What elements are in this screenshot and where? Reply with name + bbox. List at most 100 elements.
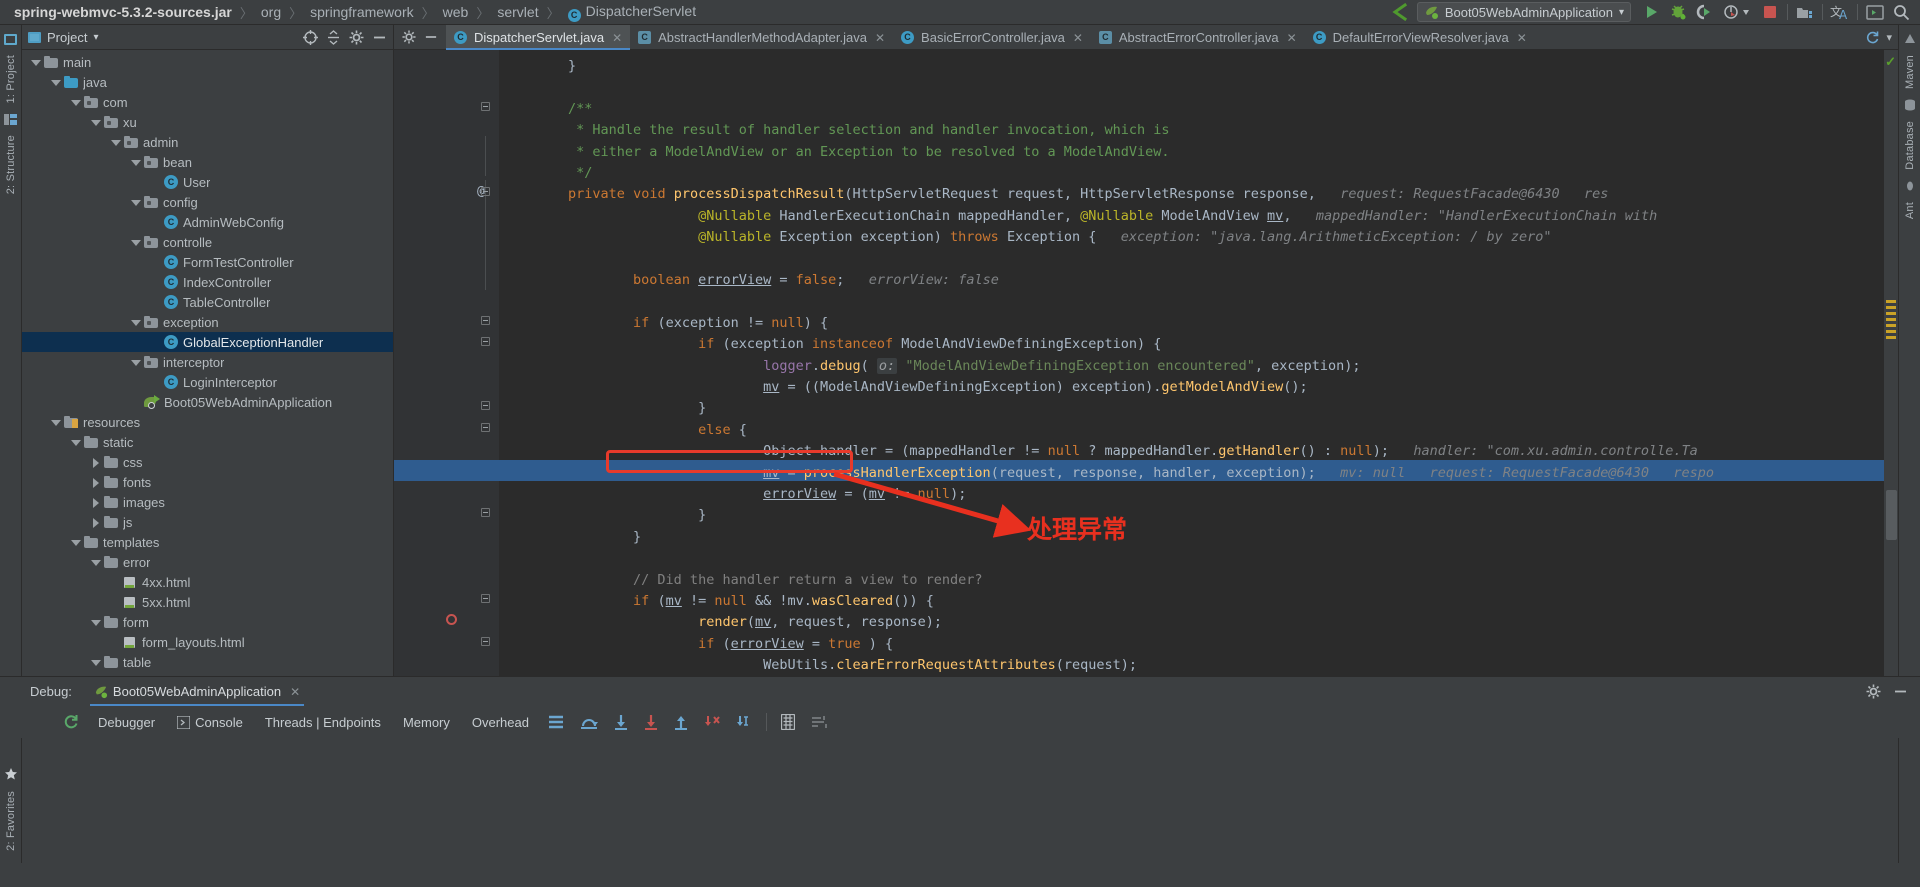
tree-node[interactable]: 4xx.html (22, 572, 393, 592)
chevron-down-icon[interactable] (90, 657, 101, 668)
terminal-button[interactable] (1862, 1, 1888, 23)
chevron-down-icon[interactable] (90, 557, 101, 568)
select-opened-file-icon[interactable] (303, 29, 318, 45)
close-icon[interactable]: ✕ (612, 31, 622, 45)
project-tool-icon[interactable] (0, 29, 24, 49)
code-fold-marker[interactable] (481, 422, 490, 432)
settings-gear-icon[interactable] (402, 30, 416, 44)
run-to-cursor-icon[interactable] (728, 714, 760, 730)
step-over-icon[interactable] (572, 714, 606, 730)
chevron-down-icon[interactable] (90, 617, 101, 628)
chevron-down-icon[interactable] (130, 157, 141, 168)
chevron-down-icon[interactable] (90, 117, 101, 128)
tree-node[interactable]: error (22, 552, 393, 572)
tree-node[interactable]: 5xx.html (22, 592, 393, 612)
chevron-down-icon[interactable] (70, 437, 81, 448)
chevron-down-icon[interactable] (130, 197, 141, 208)
database-icon[interactable] (1897, 95, 1920, 115)
hide-panel-icon[interactable] (372, 30, 387, 45)
close-icon[interactable]: ✕ (1073, 31, 1083, 45)
tree-node[interactable]: C LoginInterceptor (22, 372, 393, 392)
back-arrow-icon[interactable] (1383, 1, 1417, 23)
sidebar-item-project[interactable]: 1: Project (5, 49, 17, 109)
collapse-all-icon[interactable] (326, 29, 341, 45)
chevron-down-icon[interactable] (70, 97, 81, 108)
drop-frame-icon[interactable] (696, 714, 728, 730)
run-with-coverage-button[interactable] (1691, 1, 1717, 23)
chevron-down-icon[interactable]: ▾ (93, 32, 98, 43)
chevron-right-icon[interactable] (90, 517, 101, 528)
tree-node[interactable]: images (22, 492, 393, 512)
editor-tab-dispatcherservlet[interactable]: C DispatcherServlet.java ✕ (446, 25, 631, 50)
tree-node[interactable]: templates (22, 532, 393, 552)
breadcrumb-item-springframework[interactable]: springframework (302, 4, 421, 20)
chevron-down-icon[interactable] (30, 57, 41, 68)
close-icon[interactable]: ✕ (290, 685, 300, 699)
tree-node[interactable]: css (22, 452, 393, 472)
chevron-right-icon[interactable] (90, 497, 101, 508)
mute-breakpoints-icon[interactable] (540, 715, 572, 729)
chevron-down-icon[interactable] (130, 317, 141, 328)
debug-tab-memory[interactable]: Memory (392, 715, 461, 730)
code-fold-marker[interactable] (481, 187, 490, 197)
code-fold-marker[interactable] (481, 508, 490, 518)
sidebar-item-structure[interactable]: 2: Structure (5, 129, 17, 200)
code-fold-marker[interactable] (481, 594, 490, 603)
chevron-down-icon[interactable] (50, 77, 61, 88)
debug-tab-overhead[interactable]: Overhead (461, 715, 540, 730)
sidebar-item-favorites[interactable]: 2: Favorites (5, 785, 17, 857)
close-icon[interactable]: ✕ (875, 31, 885, 45)
tree-node[interactable]: main (22, 52, 393, 72)
editor-gutter[interactable] (394, 50, 499, 676)
tree-node[interactable]: interceptor (22, 352, 393, 372)
refresh-icon[interactable] (1865, 30, 1880, 45)
editor-tab-abstracthandlermethodadapter[interactable]: C AbstractHandlerMethodAdapter.java ✕ (630, 25, 893, 50)
code-fold-marker[interactable] (481, 101, 490, 111)
search-everywhere-button[interactable] (1888, 1, 1914, 23)
tree-node[interactable]: resources (22, 412, 393, 432)
chevron-down-icon[interactable] (110, 137, 121, 148)
close-icon[interactable]: ✕ (1287, 31, 1297, 45)
chevron-right-icon[interactable] (90, 477, 101, 488)
tree-node[interactable]: com (22, 92, 393, 112)
tree-node[interactable]: table (22, 652, 393, 672)
breadcrumb-item-servlet[interactable]: servlet (489, 4, 546, 20)
chevron-down-icon[interactable]: ▾ (1886, 31, 1892, 44)
editor-tab-defaulterrorviewresolver[interactable]: C DefaultErrorViewResolver.java ✕ (1305, 25, 1535, 50)
run-configuration-selector[interactable]: Boot05WebAdminApplication ▾ (1416, 2, 1631, 22)
editor-marker-rail[interactable]: ✓ (1884, 50, 1898, 676)
code-editor[interactable]: 1113111411151116111711181119@11201121112… (394, 50, 1898, 676)
breadcrumb-item-spring-webmvc-5-3-2-sources-jar[interactable]: spring-webmvc-5.3.2-sources.jar (14, 4, 240, 20)
tree-node[interactable]: admin (22, 132, 393, 152)
run-button[interactable] (1639, 1, 1665, 23)
sidebar-item-database[interactable]: Database (1904, 115, 1916, 176)
maven-icon[interactable] (1897, 29, 1920, 49)
tree-node[interactable]: exception (22, 312, 393, 332)
tree-node-selected[interactable]: C GlobalExceptionHandler (22, 332, 393, 352)
step-out-icon[interactable] (666, 714, 696, 730)
editor-scrollbar-thumb[interactable] (1886, 490, 1897, 540)
tree-node[interactable]: controlle (22, 232, 393, 252)
tree-node[interactable]: Boot05WebAdminApplication (22, 392, 393, 412)
inspection-ok-icon[interactable]: ✓ (1885, 54, 1896, 70)
code-fold-marker[interactable] (481, 315, 490, 325)
evaluate-expression-icon[interactable] (773, 714, 803, 730)
force-step-into-icon[interactable] (636, 714, 666, 730)
editor-tab-abstracterrorcontroller[interactable]: C AbstractErrorController.java ✕ (1091, 25, 1305, 50)
stop-button[interactable] (1757, 1, 1783, 23)
code-fold-marker[interactable] (481, 401, 490, 411)
tree-node[interactable]: java (22, 72, 393, 92)
settings-gear-icon[interactable] (349, 30, 364, 45)
debug-tab-threads-endpoints[interactable]: Threads | Endpoints (254, 715, 392, 730)
settings-gear-icon[interactable] (1866, 684, 1881, 699)
layout-settings-icon[interactable] (803, 715, 835, 729)
chevron-down-icon[interactable] (50, 417, 61, 428)
close-icon[interactable]: ✕ (1517, 31, 1527, 45)
ant-icon[interactable] (1897, 176, 1920, 196)
hide-panel-icon[interactable] (1893, 684, 1908, 699)
chevron-down-icon[interactable] (130, 357, 141, 368)
breadcrumb-item-org[interactable]: org (253, 4, 289, 20)
debug-button[interactable] (1665, 1, 1691, 23)
tree-node[interactable]: C TableController (22, 292, 393, 312)
project-tree[interactable]: main java com xu admin bean C User config C AdminW… (22, 50, 393, 676)
